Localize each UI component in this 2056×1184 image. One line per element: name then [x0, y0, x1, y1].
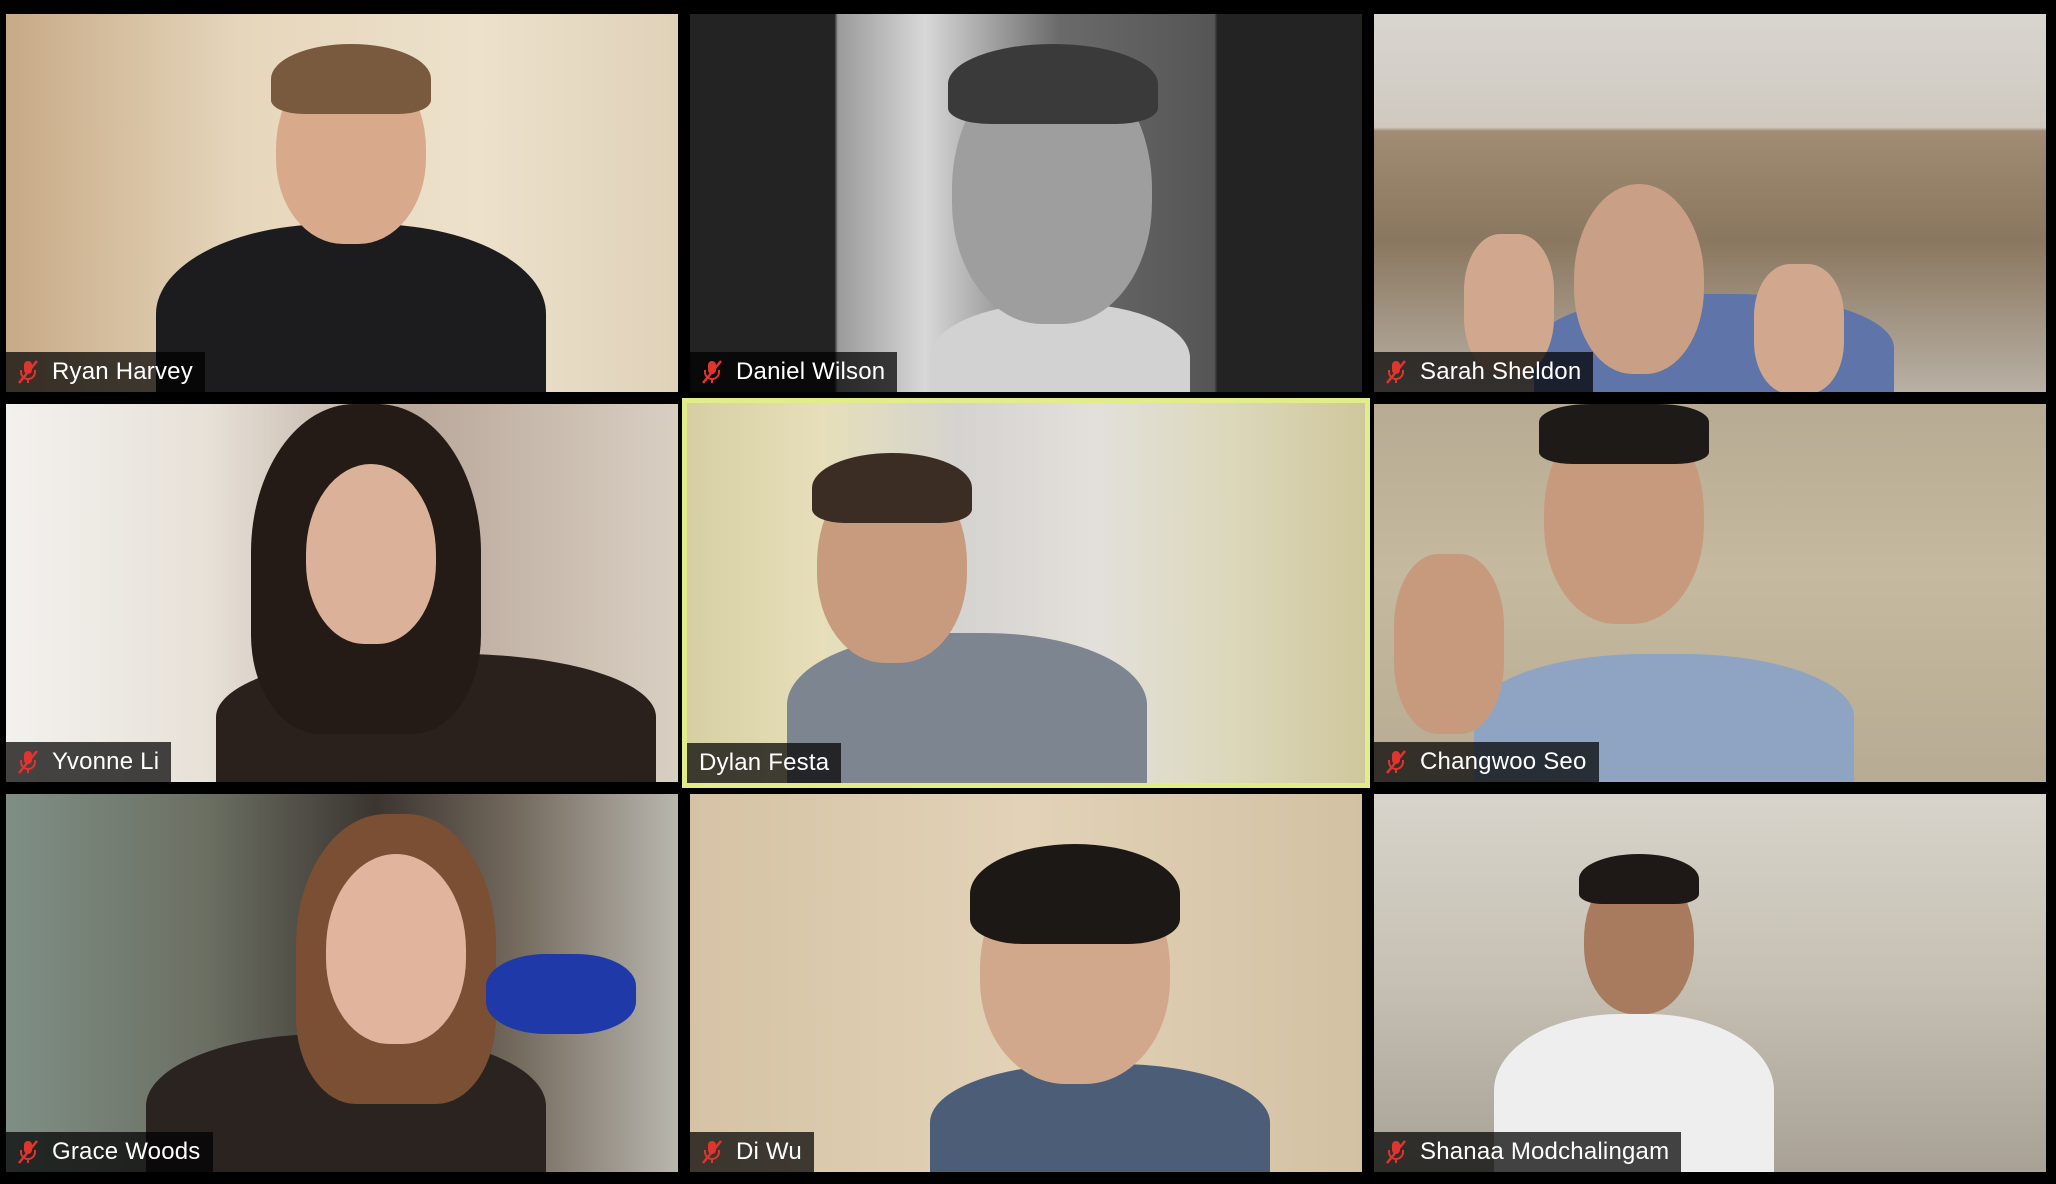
participant-name: Yvonne Li	[52, 748, 160, 775]
participant-name: Changwoo Seo	[1420, 748, 1587, 775]
muted-microphone-icon	[702, 360, 722, 384]
participant-name: Sarah Sheldon	[1420, 358, 1582, 385]
participant-name-label: Dylan Festa	[687, 743, 842, 783]
muted-microphone-icon	[1386, 360, 1406, 384]
muted-microphone-icon	[18, 750, 38, 774]
video-tile-shanaa-modchalingam[interactable]: Shanaa Modchalingam	[1374, 794, 2046, 1172]
participant-name-label: Yvonne Li	[6, 742, 172, 782]
participant-name-label: Daniel Wilson	[690, 352, 898, 392]
participant-name: Di Wu	[736, 1138, 802, 1165]
participant-name-label: Changwoo Seo	[1374, 742, 1599, 782]
video-tile-changwoo-seo[interactable]: Changwoo Seo	[1374, 404, 2046, 782]
video-tile-daniel-wilson[interactable]: Daniel Wilson	[690, 14, 1362, 392]
muted-microphone-icon	[18, 360, 38, 384]
video-tile-di-wu[interactable]: Di Wu	[690, 794, 1362, 1172]
participant-name: Daniel Wilson	[736, 358, 886, 385]
muted-microphone-icon	[702, 1140, 722, 1164]
participant-name-label: Shanaa Modchalingam	[1374, 1132, 1682, 1172]
muted-microphone-icon	[1386, 750, 1406, 774]
video-tile-dylan-festa[interactable]: Dylan Festa	[682, 398, 1370, 788]
participant-name-label: Sarah Sheldon	[1374, 352, 1594, 392]
video-tile-sarah-sheldon[interactable]: Sarah Sheldon	[1374, 14, 2046, 392]
video-tile-yvonne-li[interactable]: Yvonne Li	[6, 404, 678, 782]
participant-name-label: Di Wu	[690, 1132, 814, 1172]
muted-microphone-icon	[18, 1140, 38, 1164]
participant-name: Dylan Festa	[699, 749, 830, 776]
participant-name-label: Grace Woods	[6, 1132, 213, 1172]
participant-name: Shanaa Modchalingam	[1420, 1138, 1670, 1165]
participant-name-label: Ryan Harvey	[6, 352, 205, 392]
participant-name: Ryan Harvey	[52, 358, 193, 385]
video-tile-grace-woods[interactable]: Grace Woods	[6, 794, 678, 1172]
video-gallery: Ryan Harvey Daniel Wilson Sarah Sheldon …	[0, 0, 2056, 1184]
video-tile-ryan-harvey[interactable]: Ryan Harvey	[6, 14, 678, 392]
participant-name: Grace Woods	[52, 1138, 201, 1165]
muted-microphone-icon	[1386, 1140, 1406, 1164]
